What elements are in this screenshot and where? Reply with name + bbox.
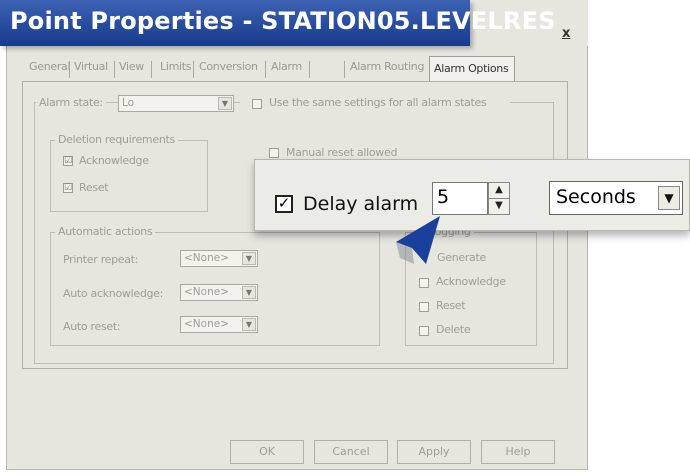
- tab-alarm-options[interactable]: Alarm Options: [429, 56, 515, 82]
- log-reset-label: Reset: [436, 299, 466, 312]
- tab-divider: [265, 61, 266, 78]
- acknowledge-checkbox[interactable]: ☑: [63, 156, 73, 166]
- same-settings-checkbox[interactable]: [252, 99, 262, 109]
- spin-up-icon[interactable]: ▲: [489, 183, 509, 198]
- ok-button[interactable]: OK: [230, 440, 304, 464]
- alarm-state-select[interactable]: Lo ▼: [118, 95, 234, 112]
- printer-repeat-value: <None>: [184, 252, 229, 264]
- delay-alarm-zoom-callout: ✓ Delay alarm 5 ▲ ▼ Seconds ▼: [254, 159, 690, 231]
- auto-acknowledge-select[interactable]: <None> ▼: [180, 284, 258, 301]
- automatic-actions-title: Automatic actions: [55, 225, 156, 238]
- tab-virtual[interactable]: Virtual: [74, 60, 108, 80]
- log-acknowledge-label: Acknowledge: [436, 275, 506, 288]
- delay-value-input[interactable]: 5: [432, 182, 488, 215]
- delay-spinner[interactable]: ▲ ▼: [488, 182, 510, 215]
- spin-down-icon[interactable]: ▼: [489, 199, 509, 214]
- tab-view[interactable]: View: [119, 60, 144, 80]
- window-title: Point Properties - STATION05.LEVELRES: [10, 7, 556, 35]
- chevron-down-icon[interactable]: ▼: [242, 318, 256, 331]
- tab-conversion[interactable]: Conversion: [199, 60, 258, 80]
- same-settings-label: Use the same settings for all alarm stat…: [269, 96, 487, 109]
- auto-reset-label: Auto reset:: [63, 320, 121, 333]
- alarm-state-value: Lo: [122, 97, 135, 109]
- chevron-down-icon[interactable]: ▼: [242, 252, 256, 265]
- tab-divider: [344, 61, 345, 78]
- tab-divider: [114, 61, 115, 78]
- chevron-down-icon[interactable]: ▼: [218, 97, 232, 110]
- cancel-button[interactable]: Cancel: [314, 440, 388, 464]
- log-reset-checkbox[interactable]: [419, 302, 429, 312]
- tab-divider: [309, 61, 310, 78]
- acknowledge-label: Acknowledge: [79, 154, 149, 167]
- printer-repeat-select[interactable]: <None> ▼: [180, 250, 258, 267]
- chevron-down-icon[interactable]: ▼: [658, 186, 680, 210]
- tab-alarm-routing[interactable]: Alarm Routing: [350, 60, 424, 80]
- delay-unit-value: Seconds: [556, 186, 636, 208]
- reset-checkbox[interactable]: ☑: [63, 183, 73, 193]
- printer-repeat-label: Printer repeat:: [63, 253, 139, 266]
- pointer-arrow-icon: [396, 216, 440, 264]
- auto-reset-value: <None>: [184, 318, 229, 330]
- chevron-down-icon[interactable]: ▼: [242, 286, 256, 299]
- alarm-state-label: Alarm state:: [36, 96, 106, 109]
- title-bar[interactable]: Point Properties - STATION05.LEVELRES: [0, 0, 555, 46]
- auto-acknowledge-label: Auto acknowledge:: [63, 287, 164, 300]
- apply-button[interactable]: Apply: [397, 440, 471, 464]
- reset-label: Reset: [79, 181, 109, 194]
- tab-general[interactable]: General: [29, 60, 71, 80]
- deletion-requirements-title: Deletion requirements: [55, 133, 178, 146]
- help-button[interactable]: Help: [481, 440, 555, 464]
- tab-alarm[interactable]: Alarm: [271, 60, 302, 80]
- auto-reset-select[interactable]: <None> ▼: [180, 316, 258, 333]
- log-acknowledge-checkbox[interactable]: [419, 278, 429, 288]
- delay-unit-select[interactable]: Seconds ▼: [549, 181, 683, 215]
- log-delete-label: Delete: [436, 323, 471, 336]
- tab-divider: [69, 61, 70, 78]
- log-delete-checkbox[interactable]: [419, 326, 429, 336]
- manual-reset-label: Manual reset allowed: [286, 146, 398, 159]
- deletion-requirements-group: [50, 140, 208, 212]
- close-button[interactable]: x: [562, 26, 576, 41]
- auto-acknowledge-value: <None>: [184, 286, 229, 298]
- delay-alarm-checkbox[interactable]: ✓: [275, 195, 293, 213]
- manual-reset-checkbox[interactable]: [269, 148, 279, 158]
- tab-divider: [193, 61, 194, 78]
- tab-divider: [151, 61, 152, 78]
- tab-limits[interactable]: Limits: [160, 60, 192, 80]
